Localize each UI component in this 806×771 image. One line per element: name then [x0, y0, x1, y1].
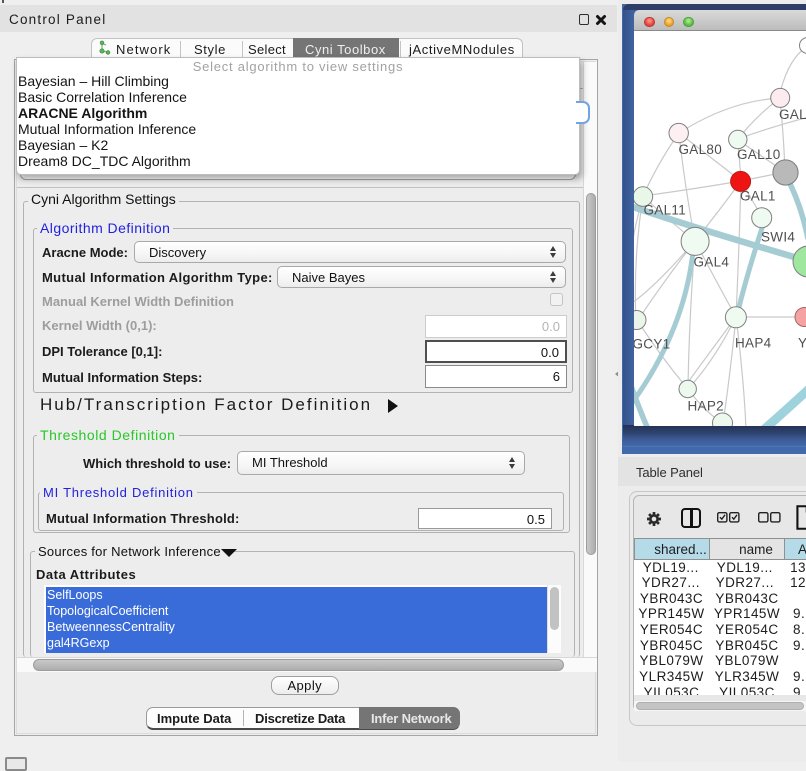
svg-text:GAL1: GAL1 — [740, 188, 776, 203]
svg-text:YJ: YJ — [798, 335, 806, 350]
svg-text:GCY1: GCY1 — [634, 336, 670, 351]
svg-text:HAP4: HAP4 — [735, 335, 772, 350]
svg-text:GAL7: GAL7 — [779, 107, 806, 122]
svg-text:SWI4: SWI4 — [761, 229, 795, 244]
svg-text:GAL80: GAL80 — [678, 142, 722, 157]
svg-text:GAL10: GAL10 — [737, 147, 781, 162]
svg-text:HAP2: HAP2 — [687, 398, 723, 413]
svg-text:GAL11: GAL11 — [643, 202, 686, 217]
svg-text:GAL4: GAL4 — [693, 254, 729, 269]
